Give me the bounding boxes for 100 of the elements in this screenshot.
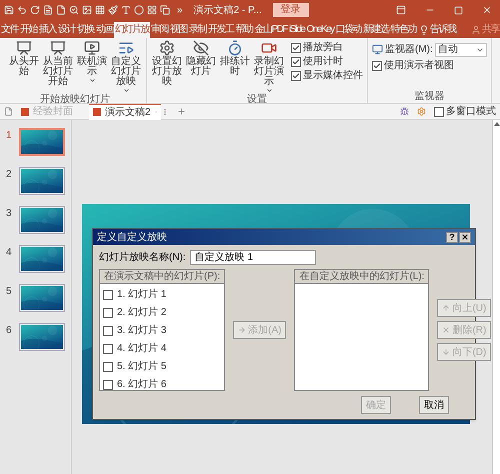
ribbon-button[interactable]: 排练计时 [219, 40, 251, 94]
brush-icon[interactable] [108, 5, 118, 15]
group-label: 开始放映幻灯片 [39, 94, 111, 106]
ribbon-display-icon[interactable] [396, 5, 406, 15]
menu-tab[interactable]: iSlide [288, 22, 306, 38]
monitor-dropdown[interactable]: 自动 [434, 42, 487, 56]
menu-tab[interactable]: 设计 [57, 22, 76, 38]
close-button[interactable] [459, 232, 471, 242]
list-item: 4. 幻灯片 4 [117, 342, 166, 356]
menu-tab[interactable]: 开发工 [207, 22, 234, 38]
list-icon [118, 40, 134, 56]
ribbon-button[interactable]: 从头开始 [8, 40, 40, 94]
menu-tab[interactable]: 文件 [0, 22, 19, 38]
slide-thumbnail[interactable] [19, 284, 65, 312]
redo-icon[interactable] [30, 5, 40, 15]
ribbon-button[interactable]: 设置幻灯片放映 [151, 40, 183, 94]
checkbox[interactable] [291, 70, 301, 80]
arrow-up-icon [442, 304, 450, 312]
add-tab-icon[interactable] [177, 107, 186, 116]
slide-number: 2 [6, 168, 13, 182]
menu-tab[interactable]: 幻灯片放 [114, 22, 150, 38]
checkbox[interactable] [103, 362, 113, 372]
copy-icon[interactable] [160, 5, 170, 15]
window-title: 演示文稿2 - P... [194, 4, 262, 18]
menu-tab[interactable]: 录制 [188, 22, 207, 38]
menu-tab[interactable]: 金山PDF [254, 22, 288, 38]
checkbox-label: 多窗口模式 [446, 104, 496, 119]
user-icon[interactable] [471, 25, 481, 35]
menu-tab[interactable]: 审阅 [150, 22, 169, 38]
cancel-button[interactable]: 取消 [419, 396, 449, 414]
timer-icon [227, 40, 243, 56]
document-tab[interactable]: 演示文稿2 [89, 104, 161, 120]
ribbon-button[interactable]: 联机演示 [76, 40, 108, 94]
name-field[interactable]: 自定义放映 1 [190, 250, 316, 265]
slide-thumbnail[interactable] [19, 323, 65, 351]
login-button[interactable]: 登录 [272, 3, 309, 17]
scroll-up-icon[interactable] [494, 122, 500, 126]
slide-thumbnail[interactable] [19, 245, 65, 273]
menu-tab[interactable]: OneKey [305, 22, 335, 38]
presentation-icon [16, 40, 32, 56]
slide-thumbnail[interactable] [19, 128, 65, 156]
tell-me-link[interactable]: 告诉我 [429, 22, 457, 38]
ribbon-button[interactable]: 隐藏幻灯片 [185, 40, 217, 94]
lightbulb-icon[interactable] [419, 25, 430, 35]
close-icon[interactable] [482, 5, 492, 15]
settings-icon [159, 40, 175, 56]
monitor-icon [84, 40, 100, 56]
maximize-icon[interactable] [454, 6, 463, 14]
list-item: 1. 幻灯片 1 [117, 288, 166, 302]
undo-icon[interactable] [17, 5, 27, 15]
menu-tab[interactable]: 动画 [95, 22, 114, 38]
monitor-label: 监视器(M): [385, 42, 433, 57]
bug-icon[interactable] [400, 107, 409, 116]
file-icon[interactable] [4, 107, 13, 116]
ribbon-button[interactable]: 从当前幻灯片开始 [42, 40, 74, 94]
menu-tab[interactable]: 开始 [19, 22, 38, 38]
name-label: 幻灯片放映名称(N): [99, 250, 186, 265]
layout-icon[interactable] [147, 5, 157, 15]
checkbox[interactable] [434, 106, 444, 116]
checkbox[interactable] [103, 344, 113, 354]
settings-icon[interactable] [417, 107, 426, 116]
slide-thumbnail[interactable] [19, 206, 65, 234]
menu-tab[interactable]: 切换 [76, 22, 95, 38]
grid-icon[interactable] [95, 5, 105, 15]
menu-tab[interactable]: 视图 [169, 22, 188, 38]
checkbox[interactable] [103, 380, 113, 390]
scrollbar[interactable] [492, 120, 500, 474]
slide-number: 4 [6, 246, 13, 260]
ribbon-button[interactable]: 自定义幻灯片放映 [110, 40, 142, 94]
slide-number: 5 [6, 285, 13, 299]
menu-tab[interactable]: 帮助 [234, 22, 254, 38]
list-item: 6. 幻灯片 6 [117, 378, 166, 392]
monitor-icon [372, 44, 383, 55]
slide-number: 6 [6, 324, 13, 338]
checkbox[interactable] [291, 42, 301, 52]
save-icon[interactable] [4, 5, 14, 15]
list-item: 5. 幻灯片 5 [117, 360, 166, 374]
help-button[interactable]: ? [446, 232, 458, 242]
slide-number: 3 [6, 207, 13, 221]
overflow-button[interactable]: » [177, 2, 183, 18]
ribbon-button[interactable]: 录制幻灯片演示 [253, 40, 285, 94]
new-file-icon[interactable] [56, 5, 66, 15]
image-icon[interactable] [82, 5, 92, 15]
menu-tab[interactable]: 特色功 [390, 22, 418, 38]
preview-icon[interactable] [69, 5, 79, 15]
checkbox[interactable] [103, 290, 113, 300]
list-header: 在自定义放映中的幻灯片(L): [295, 270, 428, 284]
checkbox[interactable] [103, 308, 113, 318]
menu-tab[interactable]: 口袋动 [334, 22, 362, 38]
checkbox[interactable] [291, 56, 301, 66]
slide-thumbnail[interactable] [19, 167, 65, 195]
document-icon[interactable] [43, 5, 53, 15]
checkbox-label: 使用计时 [303, 56, 343, 67]
circle-icon[interactable] [134, 5, 144, 15]
checkbox[interactable] [103, 326, 113, 336]
checkbox[interactable] [372, 60, 382, 70]
font-icon[interactable] [121, 5, 131, 15]
menu-tab[interactable]: 插入 [38, 22, 57, 38]
slide-number: 1 [6, 129, 13, 143]
menu-tab[interactable]: 新建选 [362, 22, 390, 38]
